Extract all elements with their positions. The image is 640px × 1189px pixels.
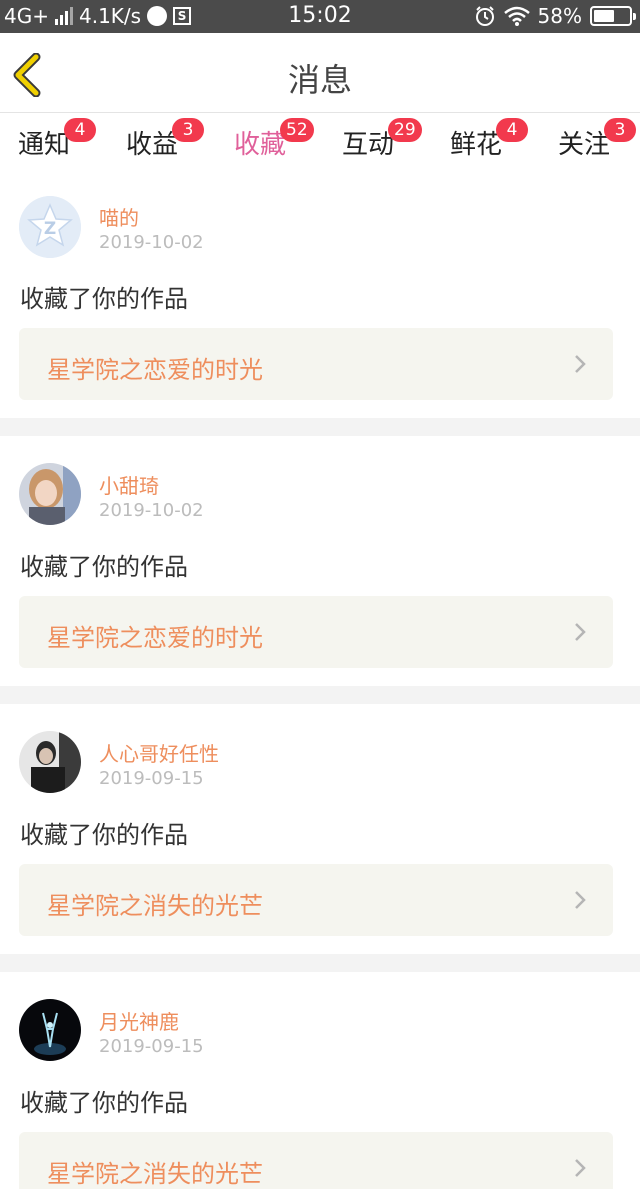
tab-label: 关注 — [558, 130, 611, 160]
username[interactable]: 人心哥好任性 — [99, 738, 219, 767]
tab-badge: 29 — [388, 118, 422, 142]
work-title: 星学院之恋爱的时光 — [47, 356, 263, 384]
chevron-right-icon — [575, 1159, 586, 1177]
tab-badge: 4 — [496, 118, 528, 142]
tab-interactions[interactable]: 互动 29 — [342, 118, 422, 161]
item-date: 2019-10-02 — [99, 500, 204, 521]
tab-label: 收益 — [126, 130, 179, 160]
work-title: 星学院之恋爱的时光 — [47, 624, 263, 652]
list-item: 人心哥好任性 2019-09-15 收藏了你的作品 星学院之消失的光芒 — [0, 704, 640, 954]
action-text: 收藏了你的作品 — [20, 1089, 188, 1117]
work-link[interactable]: 星学院之恋爱的时光 — [19, 328, 613, 400]
battery-percent: 58% — [537, 4, 582, 28]
tab-label: 通知 — [18, 130, 71, 160]
wifi-icon — [503, 6, 530, 26]
work-link[interactable]: 星学院之消失的光芒 — [19, 1132, 613, 1189]
username[interactable]: 小甜琦 — [99, 470, 159, 499]
photo-avatar-girl-icon — [19, 463, 81, 525]
item-date: 2019-09-15 — [99, 768, 204, 789]
tab-badge: 3 — [604, 118, 636, 142]
username[interactable]: 喵的 — [99, 202, 139, 231]
tab-badge: 3 — [172, 118, 204, 142]
item-date: 2019-09-15 — [99, 1036, 204, 1057]
list-item: 月光神鹿 2019-09-15 收藏了你的作品 星学院之消失的光芒 — [0, 972, 640, 1189]
action-text: 收藏了你的作品 — [20, 821, 188, 849]
battery-fill — [594, 10, 614, 22]
avatar[interactable] — [19, 999, 81, 1061]
tab-bar: 通知 4 收益 3 收藏 52 互动 29 鲜花 4 关注 3 — [0, 114, 640, 179]
qq-default-avatar-icon: Z — [19, 196, 81, 258]
item-date: 2019-10-02 — [99, 232, 204, 253]
action-text: 收藏了你的作品 — [20, 553, 188, 581]
tab-label: 收藏 — [234, 130, 287, 160]
tab-favorites[interactable]: 收藏 52 — [234, 118, 314, 179]
page-title: 消息 — [287, 61, 352, 99]
avatar[interactable] — [19, 731, 81, 793]
work-title: 星学院之消失的光芒 — [47, 892, 263, 920]
work-link[interactable]: 星学院之恋爱的时光 — [19, 596, 613, 668]
photo-avatar-man-icon — [19, 731, 81, 793]
status-bar: 4G+ 4.1K/s S 15:02 58% — [0, 0, 640, 33]
tab-notifications[interactable]: 通知 4 — [18, 118, 96, 161]
list-item: 小甜琦 2019-10-02 收藏了你的作品 星学院之恋爱的时光 — [0, 436, 640, 686]
work-link[interactable]: 星学院之消失的光芒 — [19, 864, 613, 936]
chevron-right-icon — [575, 891, 586, 909]
tab-flowers[interactable]: 鲜花 4 — [450, 118, 528, 161]
battery-icon — [590, 6, 636, 26]
tab-earnings[interactable]: 收益 3 — [126, 118, 204, 161]
tab-label: 互动 — [342, 130, 395, 160]
tab-follows[interactable]: 关注 3 — [558, 118, 636, 161]
chevron-right-icon — [575, 623, 586, 641]
work-title: 星学院之消失的光芒 — [47, 1160, 263, 1188]
item-separator — [0, 686, 640, 704]
tab-badge: 52 — [280, 118, 314, 142]
action-text: 收藏了你的作品 — [20, 285, 188, 313]
list-item: Z 喵的 2019-10-02 收藏了你的作品 星学院之恋爱的时光 — [0, 170, 640, 418]
avatar[interactable] — [19, 463, 81, 525]
item-separator — [0, 418, 640, 436]
tab-label: 鲜花 — [450, 130, 503, 160]
photo-avatar-dark-icon — [19, 999, 81, 1061]
tab-badge: 4 — [64, 118, 96, 142]
chevron-right-icon — [575, 355, 586, 373]
username[interactable]: 月光神鹿 — [99, 1006, 179, 1035]
status-right: 58% — [474, 4, 636, 28]
avatar[interactable]: Z — [19, 196, 81, 258]
item-separator — [0, 954, 640, 972]
alarm-icon — [475, 6, 494, 26]
page-header: 消息 — [0, 33, 640, 113]
svg-text:Z: Z — [44, 219, 56, 239]
